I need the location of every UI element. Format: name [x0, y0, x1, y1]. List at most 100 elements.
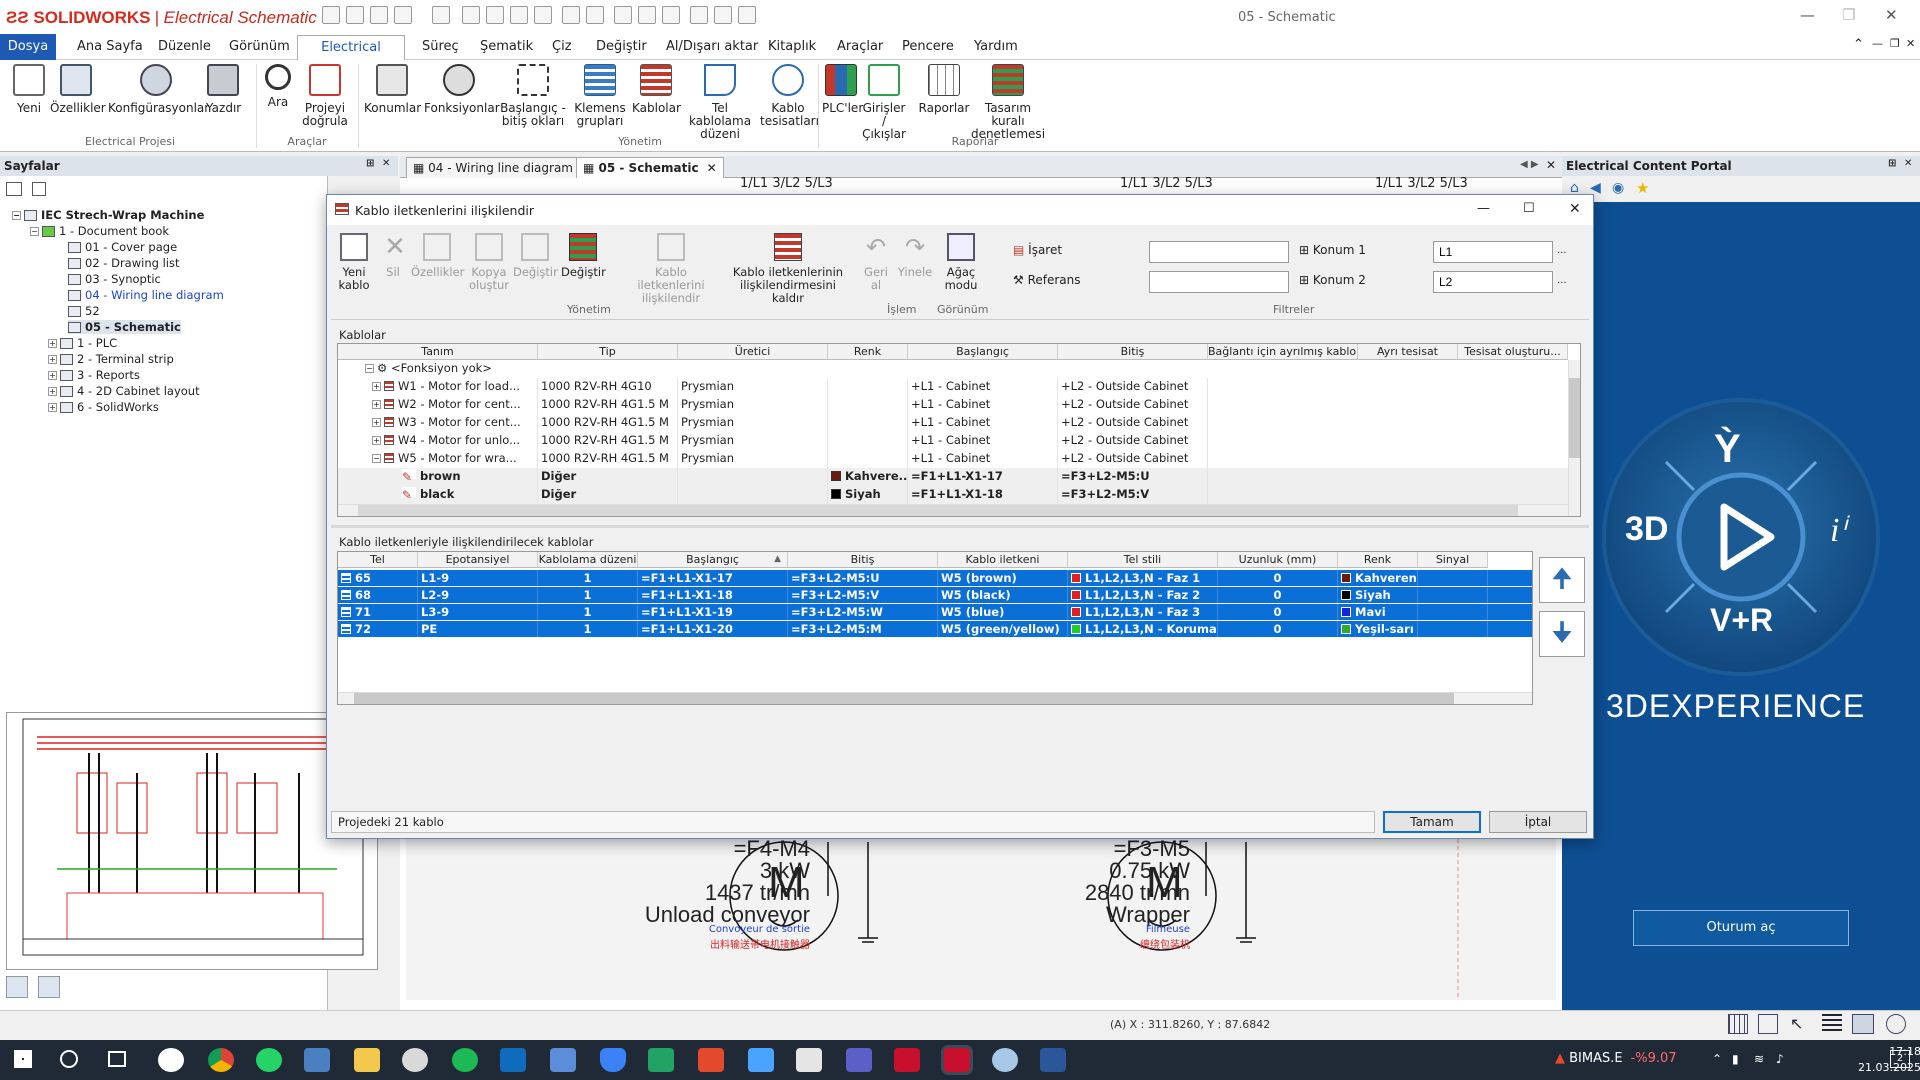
scroll-thumb[interactable] — [354, 693, 1454, 704]
tray-chevron-icon[interactable]: ⌃ — [1712, 1052, 1722, 1066]
pan-icon[interactable] — [662, 6, 680, 24]
expand-icon[interactable]: + — [372, 400, 381, 409]
pin-icon[interactable]: ⊞ — [366, 158, 374, 169]
splitter[interactable] — [331, 525, 1589, 528]
volume-icon[interactable]: ♪ — [1776, 1052, 1784, 1066]
ribbon-design-rule-check-button[interactable]: Tasarım kuralı denetlemesi — [970, 64, 1046, 141]
ribbon-inputs-outputs-button[interactable]: Girişler / Çıkışlar — [862, 64, 906, 141]
ribbon-wiring-diagram-button[interactable]: Tel kablolama düzeni — [682, 64, 758, 141]
menu-help[interactable]: Yardım — [974, 39, 1018, 54]
tree-item-plc[interactable]: +1 - PLC — [48, 336, 117, 350]
pane-close-icon[interactable]: ✕ — [382, 158, 390, 169]
menu-library[interactable]: Kitaplık — [768, 39, 816, 54]
group-row[interactable]: − ⚙ <Fonksiyon yok> — [338, 360, 1566, 378]
mark-filter-input[interactable] — [1149, 241, 1289, 263]
collapse-icon[interactable]: − — [365, 364, 374, 373]
search-icon[interactable] — [714, 6, 732, 24]
teams-icon[interactable] — [846, 1048, 872, 1072]
calculator-icon[interactable] — [304, 1048, 330, 1072]
favorites-star-icon[interactable]: ★ — [1636, 179, 1649, 197]
cursor-icon[interactable] — [690, 6, 708, 24]
chrome-icon[interactable] — [208, 1048, 234, 1072]
login-button[interactable]: Oturum aç — [1633, 910, 1849, 946]
save-icon[interactable] — [346, 6, 364, 24]
tab-close-icon[interactable]: ✕ — [707, 161, 717, 175]
tab-scroll-icon[interactable]: ◀ ▶ — [1520, 159, 1539, 170]
cable-row[interactable]: + W2 - Motor for cent... 1000 R2V-RH 4G1.5… — [338, 396, 1568, 414]
battery-icon[interactable]: ▮ — [1732, 1052, 1739, 1066]
ribbon-reports-button[interactable]: Raporlar — [916, 64, 972, 115]
expand-icon[interactable]: + — [48, 371, 57, 380]
word-icon[interactable] — [1040, 1048, 1066, 1072]
collapse-ribbon-icon[interactable]: ⌃ — [1853, 37, 1864, 52]
col-type[interactable]: Tip — [538, 344, 678, 360]
wire-row[interactable]: 71 L3-9 1 =F1+L1-X1-19 =F3+L2-M5:W W5 (blue) L… — [338, 604, 1532, 620]
tree-item-wiring-line-diagram[interactable]: 04 - Wiring line diagram — [68, 288, 224, 302]
undo-icon[interactable] — [394, 6, 412, 24]
location1-browse-button[interactable]: ... — [1557, 245, 1567, 256]
scroll-thumb[interactable] — [1569, 378, 1580, 458]
col-wire-end[interactable]: Bitiş — [788, 552, 938, 568]
menu-home[interactable]: Ana Sayfa — [77, 39, 143, 54]
ribbon-locations-button[interactable]: Konumlar — [364, 64, 421, 115]
ribbon-new-button[interactable]: Yeni — [12, 64, 46, 115]
tree-item-reports[interactable]: +3 - Reports — [48, 368, 140, 382]
app-icon[interactable] — [402, 1048, 428, 1072]
defender-icon[interactable] — [600, 1048, 626, 1072]
collapse-icon[interactable]: − — [30, 227, 39, 236]
ribbon-verify-project-button[interactable]: Projeyi doğrula — [298, 64, 352, 128]
notification-badge[interactable]: 2 — [1890, 1050, 1910, 1068]
col-manufacturer[interactable]: Üretici — [678, 344, 828, 360]
wire-row[interactable]: 65 L1-9 1 =F1+L1-X1-17 =F3+L2-M5:U W5 (brown)… — [338, 570, 1532, 586]
col-color[interactable]: Renk — [828, 344, 908, 360]
col-wire-color[interactable]: Renk — [1338, 552, 1418, 568]
col-description[interactable]: Tanım — [338, 344, 538, 360]
expand-icon[interactable]: + — [48, 339, 57, 348]
restore-button[interactable]: ❐ — [1842, 6, 1855, 24]
wires-grid[interactable]: Tel Epotansiyel Kablolama düzeni Başlang… — [337, 551, 1533, 705]
move-up-button[interactable]: 🠉 — [1539, 557, 1585, 603]
col-wire[interactable]: Tel — [338, 552, 418, 568]
location1-filter-input[interactable] — [1433, 241, 1553, 263]
menu-view[interactable]: Görünüm — [229, 39, 290, 54]
tree-item-project[interactable]: − IEC Strech-Wrap Machine — [12, 208, 204, 222]
location2-filter-input[interactable] — [1433, 271, 1553, 293]
clock[interactable]: 17:18 21.03.2025 — [1858, 1044, 1920, 1076]
tab-schematic[interactable]: ▦ 05 - Schematic ✕ — [576, 157, 724, 178]
ribbon-origin-destination-button[interactable]: Başlangıç - bitiş okları — [498, 64, 568, 128]
pane-close-icon[interactable]: ✕ — [1904, 158, 1912, 169]
redo-button[interactable]: ↷ Yinele — [895, 233, 935, 279]
ribbon-cables-button[interactable]: Kablolar — [632, 64, 681, 115]
taskbar-search-icon[interactable] — [60, 1050, 78, 1068]
motor-m4-info[interactable]: =F4-M4 3 kW 1437 tr/mn Unload conveyor — [580, 838, 810, 926]
ribbon-print-button[interactable]: Yazdır — [206, 64, 241, 115]
ribbon-close-icon[interactable]: ✕ — [1906, 37, 1915, 50]
ribbon-restore-icon[interactable]: ❐ — [1890, 37, 1900, 50]
col-cable-core[interactable]: Kablo iletkeni — [938, 552, 1068, 568]
tree-item-drawing-list[interactable]: 02 - Drawing list — [68, 256, 179, 270]
windows-start-icon[interactable] — [14, 1050, 32, 1068]
snap-icon[interactable] — [1852, 1014, 1874, 1034]
scroll-thumb[interactable] — [358, 505, 1518, 516]
tree-item-document-book[interactable]: − 1 - Document book — [30, 224, 169, 238]
pages-toolbar-icon[interactable] — [6, 182, 22, 196]
solidworks-schematic-icon[interactable] — [944, 1048, 970, 1072]
ribbon-functions-button[interactable]: Fonksiyonlar — [424, 64, 500, 115]
ribbon-minimize-icon[interactable]: — — [1872, 37, 1883, 50]
lineweight-icon[interactable] — [1822, 1014, 1842, 1034]
dialog-close-button[interactable]: ✕ — [1569, 201, 1581, 217]
associate-cores-button[interactable]: Kablo iletkenlerini ilişkilendir — [621, 233, 721, 305]
minimize-button[interactable]: — — [1800, 6, 1815, 24]
preview-zoom-icon[interactable] — [6, 976, 28, 998]
todo-icon[interactable] — [748, 1048, 774, 1072]
ribbon-configurations-button[interactable]: Konfigürasyonlar — [108, 64, 209, 115]
page-icon[interactable] — [562, 6, 580, 24]
dialog-maximize-button[interactable]: ☐ — [1523, 201, 1535, 216]
collapse-icon[interactable]: − — [12, 211, 21, 220]
cut-icon[interactable] — [462, 6, 480, 24]
app-icon[interactable] — [796, 1048, 822, 1072]
cables-hscrollbar[interactable] — [338, 504, 1568, 516]
cables-grid[interactable]: Tanım Tip Üretici Renk Başlangıç Bitiş B… — [337, 343, 1581, 517]
zoom-window-icon[interactable] — [638, 6, 656, 24]
wire-row[interactable]: 68 L2-9 1 =F1+L1-X1-18 =F3+L2-M5:V W5 (black)… — [338, 587, 1532, 603]
